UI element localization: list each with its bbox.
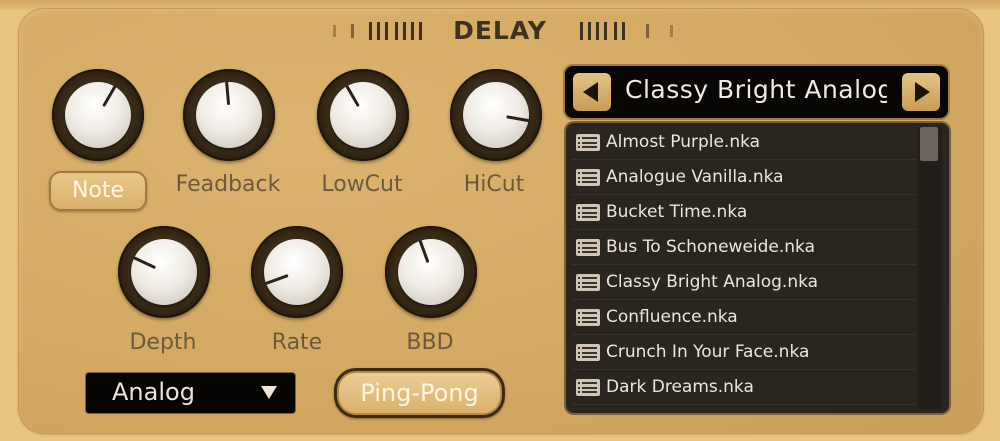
list-item-label: Bus To Schoneweide.nka: [606, 237, 816, 257]
preset-selector: Classy Bright Analog: [565, 66, 948, 118]
note-knob[interactable]: [52, 69, 144, 161]
list-item[interactable]: Confluence.nka: [572, 301, 916, 335]
list-item[interactable]: Crunch In Your Face.nka: [572, 336, 916, 370]
panel-title: DELAY: [453, 16, 547, 45]
depth-knob[interactable]: [118, 226, 210, 318]
preset-file-icon: [576, 379, 600, 396]
knob-cap: [264, 239, 330, 305]
preset-file-icon: [576, 309, 600, 326]
mode-dropdown-value: Analog: [112, 378, 195, 406]
triangle-down-icon: [261, 386, 277, 399]
list-item-label: Analogue Vanilla.nka: [606, 167, 784, 187]
knob-cap: [330, 82, 396, 148]
ping-pong-button[interactable]: Ping-Pong: [334, 368, 505, 418]
depth-label: Depth: [129, 330, 197, 355]
knob-cap: [65, 82, 131, 148]
bbd-label: BBD: [406, 330, 454, 355]
list-item-label: Bucket Time.nka: [606, 202, 748, 222]
list-item[interactable]: Classy Bright Analog.nka: [572, 266, 916, 300]
preset-file-icon: [576, 274, 600, 291]
triangle-left-icon: [583, 82, 598, 102]
feedback-knob[interactable]: [183, 69, 275, 161]
bbd-knob[interactable]: [385, 226, 477, 318]
hicut-knob[interactable]: [450, 69, 542, 161]
note-button[interactable]: Note: [49, 171, 147, 211]
feedback-label: Feadback: [175, 172, 281, 197]
hicut-label: HiCut: [463, 172, 525, 197]
scrollbar-thumb[interactable]: [920, 127, 938, 161]
triangle-right-icon: [915, 82, 930, 102]
list-item[interactable]: Almost Purple.nka: [572, 126, 916, 160]
preset-name: Classy Bright Analog: [625, 75, 887, 104]
lowcut-knob[interactable]: [317, 69, 409, 161]
knob-cap: [398, 239, 464, 305]
preset-file-icon: [576, 204, 600, 221]
title-right-ticks: [580, 22, 675, 40]
rate-label: Rate: [271, 330, 323, 355]
preset-prev-button[interactable]: [573, 73, 611, 111]
knob-cap: [131, 239, 197, 305]
preset-list: Almost Purple.nka Analogue Vanilla.nka B…: [566, 123, 949, 413]
list-item[interactable]: Bus To Schoneweide.nka: [572, 231, 916, 265]
preset-file-icon: [576, 344, 600, 361]
preset-next-button[interactable]: [902, 73, 940, 111]
list-item[interactable]: Dark Dreams.nka: [572, 371, 916, 405]
mode-dropdown[interactable]: Analog: [86, 373, 295, 413]
knob-cap: [463, 82, 529, 148]
list-item-label: Crunch In Your Face.nka: [606, 342, 810, 362]
lowcut-label: LowCut: [321, 172, 403, 197]
scrollbar-track[interactable]: [918, 127, 942, 409]
list-item-label: Confluence.nka: [606, 307, 738, 327]
preset-file-icon: [576, 134, 600, 151]
list-item[interactable]: Bucket Time.nka: [572, 196, 916, 230]
list-item-label: Dark Dreams.nka: [606, 377, 754, 397]
preset-file-icon: [576, 169, 600, 186]
preset-file-icon: [576, 239, 600, 256]
list-item[interactable]: Analogue Vanilla.nka: [572, 161, 916, 195]
rate-knob[interactable]: [251, 226, 343, 318]
list-item-label: Classy Bright Analog.nka: [606, 272, 819, 292]
list-item-label: Almost Purple.nka: [606, 132, 761, 152]
